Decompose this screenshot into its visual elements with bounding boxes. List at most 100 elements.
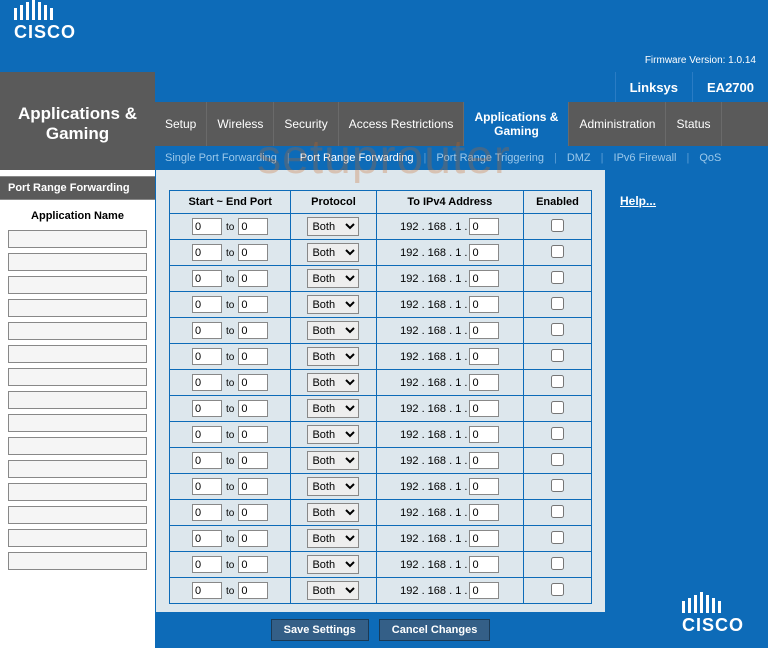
tab-administration[interactable]: Administration — [569, 102, 666, 146]
protocol-select[interactable]: BothTCPUDP — [307, 425, 359, 444]
start-port-input[interactable] — [192, 270, 222, 287]
ip-host-input[interactable] — [469, 270, 499, 287]
application-name-input[interactable] — [8, 437, 147, 455]
protocol-select[interactable]: BothTCPUDP — [307, 321, 359, 340]
subtab-qos[interactable]: QoS — [695, 152, 725, 164]
subtab-single-port-forwarding[interactable]: Single Port Forwarding — [161, 152, 281, 164]
ip-host-input[interactable] — [469, 400, 499, 417]
tab-access-restrictions[interactable]: Access Restrictions — [339, 102, 465, 146]
protocol-select[interactable]: BothTCPUDP — [307, 581, 359, 600]
start-port-input[interactable] — [192, 296, 222, 313]
application-name-input[interactable] — [8, 276, 147, 294]
protocol-select[interactable]: BothTCPUDP — [307, 347, 359, 366]
enabled-checkbox[interactable] — [551, 531, 564, 544]
ip-host-input[interactable] — [469, 530, 499, 547]
tab-wireless[interactable]: Wireless — [207, 102, 274, 146]
ip-host-input[interactable] — [469, 218, 499, 235]
save-button[interactable]: Save Settings — [271, 619, 369, 641]
application-name-input[interactable] — [8, 368, 147, 386]
cancel-button[interactable]: Cancel Changes — [379, 619, 491, 641]
start-port-input[interactable] — [192, 478, 222, 495]
application-name-input[interactable] — [8, 506, 147, 524]
enabled-checkbox[interactable] — [551, 323, 564, 336]
enabled-checkbox[interactable] — [551, 271, 564, 284]
enabled-checkbox[interactable] — [551, 479, 564, 492]
start-port-input[interactable] — [192, 530, 222, 547]
protocol-select[interactable]: BothTCPUDP — [307, 555, 359, 574]
protocol-select[interactable]: BothTCPUDP — [307, 503, 359, 522]
end-port-input[interactable] — [238, 426, 268, 443]
ip-host-input[interactable] — [469, 322, 499, 339]
ip-host-input[interactable] — [469, 348, 499, 365]
ip-host-input[interactable] — [469, 244, 499, 261]
protocol-select[interactable]: BothTCPUDP — [307, 269, 359, 288]
application-name-input[interactable] — [8, 391, 147, 409]
protocol-select[interactable]: BothTCPUDP — [307, 295, 359, 314]
tab-setup[interactable]: Setup — [155, 102, 207, 146]
ip-host-input[interactable] — [469, 556, 499, 573]
ip-host-input[interactable] — [469, 426, 499, 443]
start-port-input[interactable] — [192, 218, 222, 235]
ip-host-input[interactable] — [469, 478, 499, 495]
application-name-input[interactable] — [8, 529, 147, 547]
protocol-select[interactable]: BothTCPUDP — [307, 373, 359, 392]
end-port-input[interactable] — [238, 296, 268, 313]
application-name-input[interactable] — [8, 253, 147, 271]
enabled-checkbox[interactable] — [551, 375, 564, 388]
application-name-input[interactable] — [8, 299, 147, 317]
enabled-checkbox[interactable] — [551, 401, 564, 414]
start-port-input[interactable] — [192, 582, 222, 599]
enabled-checkbox[interactable] — [551, 349, 564, 362]
protocol-select[interactable]: BothTCPUDP — [307, 477, 359, 496]
enabled-checkbox[interactable] — [551, 583, 564, 596]
start-port-input[interactable] — [192, 504, 222, 521]
application-name-input[interactable] — [8, 322, 147, 340]
start-port-input[interactable] — [192, 556, 222, 573]
enabled-checkbox[interactable] — [551, 557, 564, 570]
application-name-input[interactable] — [8, 414, 147, 432]
enabled-checkbox[interactable] — [551, 505, 564, 518]
start-port-input[interactable] — [192, 400, 222, 417]
protocol-select[interactable]: BothTCPUDP — [307, 529, 359, 548]
ip-host-input[interactable] — [469, 374, 499, 391]
enabled-checkbox[interactable] — [551, 453, 564, 466]
start-port-input[interactable] — [192, 452, 222, 469]
start-port-input[interactable] — [192, 426, 222, 443]
enabled-checkbox[interactable] — [551, 297, 564, 310]
tab-status[interactable]: Status — [666, 102, 721, 146]
protocol-select[interactable]: BothTCPUDP — [307, 243, 359, 262]
ip-host-input[interactable] — [469, 452, 499, 469]
enabled-checkbox[interactable] — [551, 245, 564, 258]
subtab-port-range-triggering[interactable]: Port Range Triggering — [432, 152, 548, 164]
end-port-input[interactable] — [238, 452, 268, 469]
end-port-input[interactable] — [238, 218, 268, 235]
help-link[interactable]: Help... — [620, 194, 656, 208]
subtab-port-range-forwarding[interactable]: Port Range Forwarding — [296, 152, 418, 164]
end-port-input[interactable] — [238, 374, 268, 391]
protocol-select[interactable]: BothTCPUDP — [307, 399, 359, 418]
application-name-input[interactable] — [8, 483, 147, 501]
end-port-input[interactable] — [238, 400, 268, 417]
end-port-input[interactable] — [238, 582, 268, 599]
start-port-input[interactable] — [192, 322, 222, 339]
start-port-input[interactable] — [192, 244, 222, 261]
application-name-input[interactable] — [8, 552, 147, 570]
enabled-checkbox[interactable] — [551, 219, 564, 232]
subtab-ipv-firewall[interactable]: IPv6 Firewall — [610, 152, 681, 164]
application-name-input[interactable] — [8, 460, 147, 478]
end-port-input[interactable] — [238, 348, 268, 365]
end-port-input[interactable] — [238, 322, 268, 339]
end-port-input[interactable] — [238, 556, 268, 573]
application-name-input[interactable] — [8, 345, 147, 363]
application-name-input[interactable] — [8, 230, 147, 248]
start-port-input[interactable] — [192, 348, 222, 365]
enabled-checkbox[interactable] — [551, 427, 564, 440]
end-port-input[interactable] — [238, 244, 268, 261]
subtab-dmz[interactable]: DMZ — [563, 152, 595, 164]
ip-host-input[interactable] — [469, 504, 499, 521]
protocol-select[interactable]: BothTCPUDP — [307, 451, 359, 470]
start-port-input[interactable] — [192, 374, 222, 391]
end-port-input[interactable] — [238, 504, 268, 521]
end-port-input[interactable] — [238, 478, 268, 495]
tab-security[interactable]: Security — [274, 102, 338, 146]
